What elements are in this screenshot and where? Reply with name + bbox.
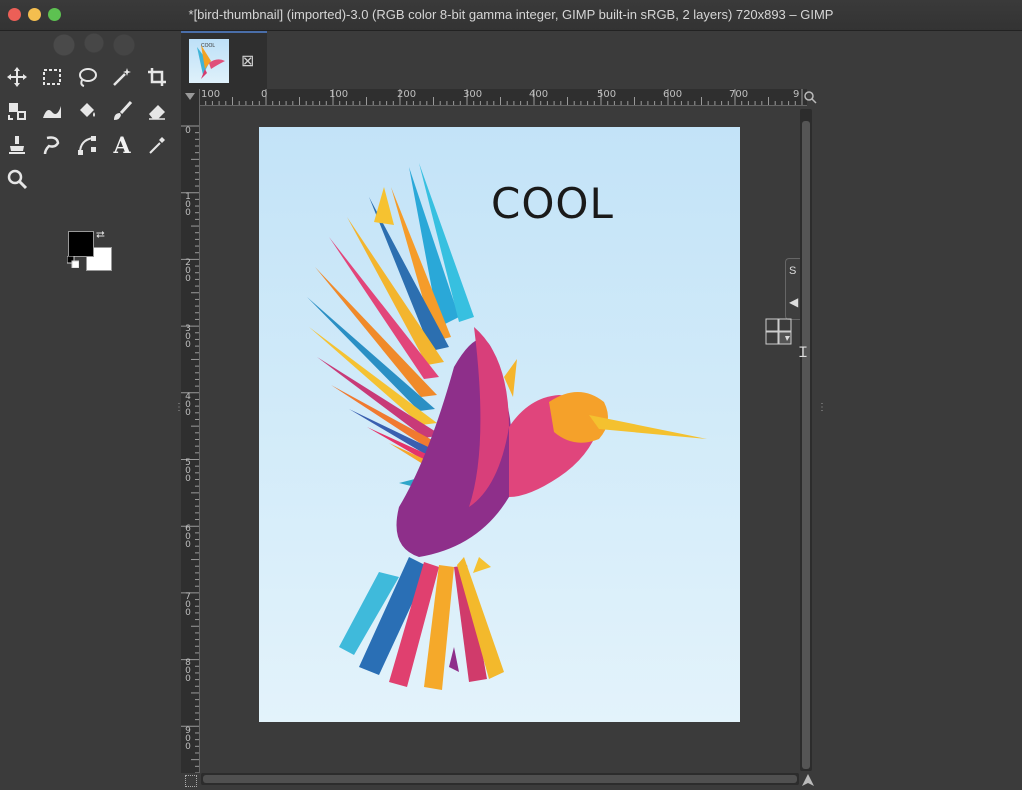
ruler-label: 700 bbox=[729, 89, 749, 100]
left-dock-collapse-handle[interactable]: ⋮ bbox=[174, 402, 184, 413]
image-window: 100 0 100 200 300 400 500 600 700 9 0 10… bbox=[181, 89, 819, 790]
dock-layout-icon[interactable] bbox=[765, 318, 797, 348]
image-thumbnail: COOL bbox=[189, 39, 229, 83]
fuzzy-select-tool-icon[interactable] bbox=[107, 62, 137, 92]
ruler-label: 400 bbox=[529, 89, 549, 100]
wilber-drop-area[interactable] bbox=[4, 31, 172, 57]
maximize-window-button[interactable] bbox=[48, 8, 61, 21]
foreground-color-swatch[interactable] bbox=[68, 231, 94, 257]
ruler-label: 0 bbox=[261, 89, 268, 100]
ruler-label: 600 bbox=[663, 89, 683, 100]
window-title: *[bird-thumbnail] (imported)-3.0 (RGB co… bbox=[188, 7, 834, 22]
move-tool-icon[interactable] bbox=[2, 62, 32, 92]
warp-transform-tool-icon[interactable] bbox=[37, 96, 67, 126]
quick-mask-toggle[interactable] bbox=[185, 775, 197, 787]
ruler-label: 100 bbox=[185, 192, 191, 218]
right-dock-collapse-handle[interactable]: ⋮ bbox=[817, 402, 827, 413]
ruler-label: 400 bbox=[185, 392, 191, 418]
horizontal-scrollbar[interactable] bbox=[201, 773, 799, 785]
navigate-image-icon[interactable] bbox=[801, 773, 815, 787]
ruler-label: 600 bbox=[185, 524, 191, 550]
window-titlebar: *[bird-thumbnail] (imported)-3.0 (RGB co… bbox=[0, 0, 1022, 31]
dock-tab-label: S bbox=[789, 265, 797, 277]
image-tab[interactable]: COOL ⊠ bbox=[181, 31, 267, 91]
ruler-label: 700 bbox=[185, 592, 191, 618]
ruler-label: 500 bbox=[597, 89, 617, 100]
vertical-scrollbar-thumb[interactable] bbox=[802, 121, 810, 769]
rect-select-tool-icon[interactable] bbox=[37, 62, 67, 92]
ruler-label: 800 bbox=[185, 658, 191, 684]
color-picker-tool-icon[interactable] bbox=[142, 130, 172, 160]
paths-tool-icon[interactable] bbox=[72, 130, 102, 160]
free-select-tool-icon[interactable] bbox=[72, 62, 102, 92]
bucket-fill-tool-icon[interactable] bbox=[72, 96, 102, 126]
paintbrush-tool-icon[interactable] bbox=[107, 96, 137, 126]
toolbox: A ⮂ bbox=[0, 31, 176, 790]
ruler-label: 9 bbox=[793, 89, 800, 100]
close-window-button[interactable] bbox=[8, 8, 21, 21]
unified-transform-tool-icon[interactable] bbox=[2, 96, 32, 126]
text-layer-cool[interactable]: COOL bbox=[491, 179, 614, 228]
vertical-ruler[interactable]: 0 100 200 300 400 500 600 700 800 900 bbox=[181, 105, 200, 773]
ruler-label: 300 bbox=[463, 89, 483, 100]
svg-text:A: A bbox=[112, 134, 131, 156]
ruler-label: 200 bbox=[185, 258, 191, 284]
ruler-menu-button[interactable] bbox=[181, 89, 199, 105]
horizontal-ruler[interactable]: 100 0 100 200 300 400 500 600 700 9 bbox=[199, 89, 807, 106]
ruler-label: 300 bbox=[185, 324, 191, 350]
image-canvas[interactable]: COOL bbox=[259, 127, 740, 722]
minimize-window-button[interactable] bbox=[28, 8, 41, 21]
swap-colors-icon[interactable]: ⮂ bbox=[96, 229, 105, 242]
smudge-tool-icon[interactable] bbox=[37, 130, 67, 160]
horizontal-scrollbar-thumb[interactable] bbox=[203, 775, 797, 783]
ruler-label: 500 bbox=[185, 458, 191, 484]
crop-tool-icon[interactable] bbox=[142, 62, 172, 92]
dock-tab[interactable]: S ◀ bbox=[785, 258, 800, 320]
zoom-tool-icon[interactable] bbox=[2, 164, 32, 194]
eraser-tool-icon[interactable] bbox=[142, 96, 172, 126]
vertical-scrollbar[interactable] bbox=[800, 109, 812, 771]
expand-arrow-icon[interactable]: ◀ bbox=[789, 295, 798, 309]
ruler-label: 100 bbox=[329, 89, 349, 100]
text-tool-icon[interactable]: A bbox=[107, 130, 137, 160]
ruler-label: 200 bbox=[397, 89, 417, 100]
ruler-label: 100 bbox=[201, 89, 221, 100]
ruler-label: 0 bbox=[185, 126, 191, 136]
horizontal-ruler-ticks bbox=[199, 89, 803, 105]
reset-colors-icon[interactable] bbox=[67, 256, 79, 268]
close-tab-icon[interactable]: ⊠ bbox=[241, 51, 254, 71]
ruler-label: 900 bbox=[185, 726, 191, 752]
text-cursor-icon: Ｉ bbox=[796, 344, 810, 360]
zoom-fit-icon[interactable] bbox=[803, 90, 817, 104]
clone-tool-icon[interactable] bbox=[2, 130, 32, 160]
